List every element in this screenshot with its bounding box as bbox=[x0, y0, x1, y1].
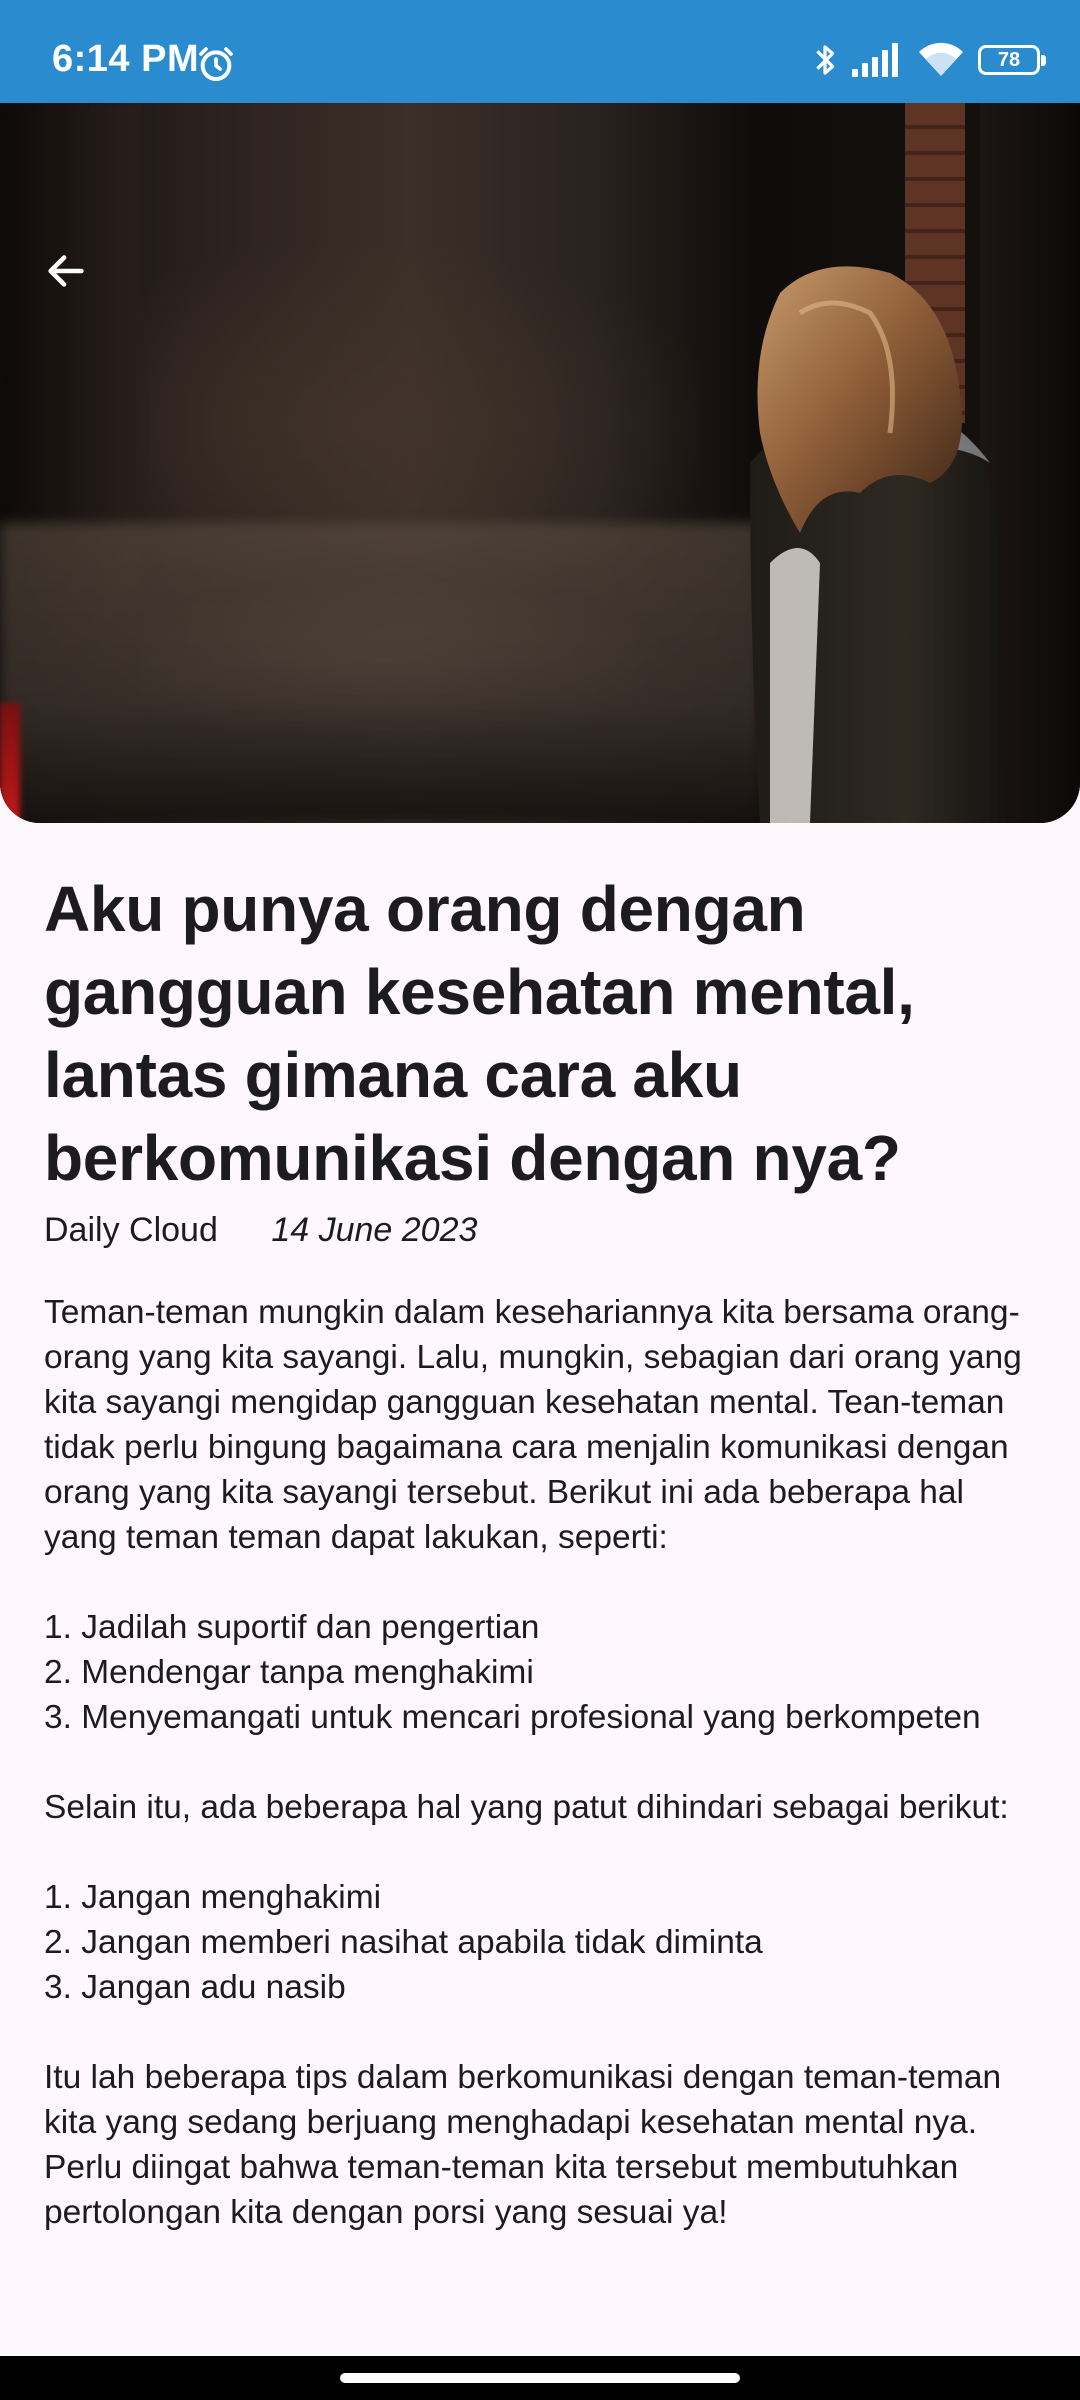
article: Aku punya orang dengan gangguan kesehata… bbox=[44, 868, 1044, 2235]
article-meta: Daily Cloud 14 June 2023 bbox=[44, 1210, 1044, 1250]
navigation-bar bbox=[0, 2356, 1080, 2400]
status-icons: 78 bbox=[812, 40, 1046, 80]
status-bar: 6:14 PM 78 bbox=[0, 0, 1080, 103]
status-time: 6:14 PM bbox=[52, 38, 200, 80]
battery-level: 78 bbox=[997, 48, 1021, 71]
battery-icon: 78 bbox=[978, 45, 1046, 75]
arrow-left-icon bbox=[48, 255, 84, 287]
article-body: Teman-teman mungkin dalam kesehariannya … bbox=[44, 1294, 1022, 2231]
home-indicator[interactable] bbox=[340, 2373, 740, 2383]
article-title: Aku punya orang dengan gangguan kesehata… bbox=[44, 873, 915, 1194]
cellular-signal-icon bbox=[852, 43, 898, 77]
article-hero-image bbox=[0, 103, 1080, 823]
article-date: 14 June 2023 bbox=[271, 1211, 478, 1249]
alarm-icon bbox=[199, 47, 233, 81]
person-figure bbox=[750, 266, 1010, 823]
back-button[interactable] bbox=[36, 241, 96, 301]
wifi-icon bbox=[919, 42, 963, 76]
bluetooth-icon bbox=[816, 45, 835, 75]
article-source: Daily Cloud bbox=[44, 1211, 218, 1249]
